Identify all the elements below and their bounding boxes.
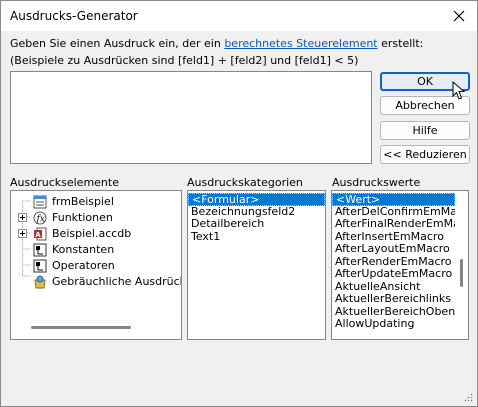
- window-title: Ausdrucks-Generator: [10, 9, 138, 23]
- value-item[interactable]: AfterInsertEmMacro: [332, 231, 455, 244]
- database-icon: A: [34, 227, 47, 240]
- value-item[interactable]: AfterUpdateEmMacro: [332, 268, 455, 281]
- expression-builder-dialog: Ausdrucks-Generator Geben Sie einen Ausd…: [0, 0, 478, 407]
- mouse-cursor-icon: [452, 81, 466, 100]
- expression-elements-tree[interactable]: frmBeispiel fx Funktionen A Beispiel.acc…: [10, 190, 182, 340]
- resize-grip-icon[interactable]: [464, 393, 473, 402]
- value-item[interactable]: AfterLayoutEmMacro: [332, 243, 455, 256]
- expand-database-icon[interactable]: [18, 229, 27, 238]
- tree-item-common-expressions[interactable]: Gebräuchliche Ausdrück: [33, 274, 182, 289]
- category-item[interactable]: Detailbereich: [188, 218, 325, 231]
- value-item[interactable]: AfterDelConfirmEmMac: [332, 206, 455, 219]
- value-item[interactable]: AktuellerBereichOben: [332, 306, 455, 319]
- value-item[interactable]: AfterRenderEmMacro: [332, 256, 455, 269]
- help-button[interactable]: Hilfe: [380, 121, 470, 140]
- title-bar: Ausdrucks-Generator: [1, 1, 477, 31]
- tree-item-label: Funktionen: [52, 211, 113, 224]
- operators-icon: [33, 259, 47, 272]
- tree-item-label: Operatoren: [52, 259, 115, 272]
- constants-icon: [33, 243, 47, 256]
- value-item[interactable]: AktuelleAnsicht: [332, 281, 455, 294]
- tree-item-label: frmBeispiel: [52, 195, 114, 208]
- close-icon: [453, 10, 465, 22]
- tree-item-label: Beispiel.accdb: [52, 227, 132, 240]
- reduce-button[interactable]: << Reduzieren: [380, 145, 470, 164]
- tree-horizontal-scrollbar[interactable]: [31, 326, 131, 329]
- expression-categories-list[interactable]: <Formular> Bezeichnungsfeld2 Detailberei…: [187, 190, 326, 340]
- values-label: Ausdruckswerte: [332, 176, 421, 189]
- tree-item-functions[interactable]: fx Funktionen: [33, 210, 113, 225]
- category-item[interactable]: Bezeichnungsfeld2: [188, 206, 325, 219]
- svg-text:fx: fx: [36, 214, 45, 224]
- instruction-line-2: (Beispiele zu Ausdrücken sind [feld1] + …: [10, 54, 359, 67]
- tree-item-form[interactable]: frmBeispiel: [33, 194, 114, 209]
- function-icon: fx: [33, 211, 47, 224]
- category-item[interactable]: <Formular>: [188, 193, 325, 206]
- expression-input[interactable]: [10, 71, 372, 164]
- tree-item-operators[interactable]: Operatoren: [33, 258, 115, 273]
- common-expressions-icon: [34, 275, 46, 288]
- expand-functions-icon[interactable]: [18, 213, 27, 222]
- calculated-control-link[interactable]: berechnetes Steuerelement: [224, 37, 377, 50]
- value-item[interactable]: <Wert>: [332, 193, 455, 206]
- category-item[interactable]: Text1: [188, 231, 325, 244]
- tree-item-label: Gebräuchliche Ausdrück: [52, 275, 182, 288]
- instruction-suffix: erstellt:: [377, 37, 424, 50]
- categories-label: Ausdruckskategorien: [187, 176, 303, 189]
- value-item[interactable]: AllowUpdating: [332, 318, 455, 331]
- tree-item-label: Konstanten: [52, 243, 115, 256]
- tree-item-constants[interactable]: Konstanten: [33, 242, 114, 257]
- value-item[interactable]: AfterFinalRenderEmMa: [332, 218, 455, 231]
- values-vertical-scrollbar[interactable]: [460, 259, 463, 287]
- elements-label: Ausdruckselemente: [10, 176, 119, 189]
- instruction-line-1: Geben Sie einen Ausdruck ein, der ein be…: [10, 37, 423, 50]
- value-item[interactable]: AktuellerBereichlinks: [332, 293, 455, 306]
- close-button[interactable]: [447, 5, 471, 27]
- instruction-prefix: Geben Sie einen Ausdruck ein, der ein: [10, 37, 225, 50]
- tree-item-database[interactable]: A Beispiel.accdb: [33, 226, 131, 241]
- svg-text:A: A: [35, 230, 41, 238]
- form-icon: [33, 195, 47, 208]
- expression-values-list[interactable]: <Wert> AfterDelConfirmEmMac AfterFinalRe…: [331, 190, 469, 340]
